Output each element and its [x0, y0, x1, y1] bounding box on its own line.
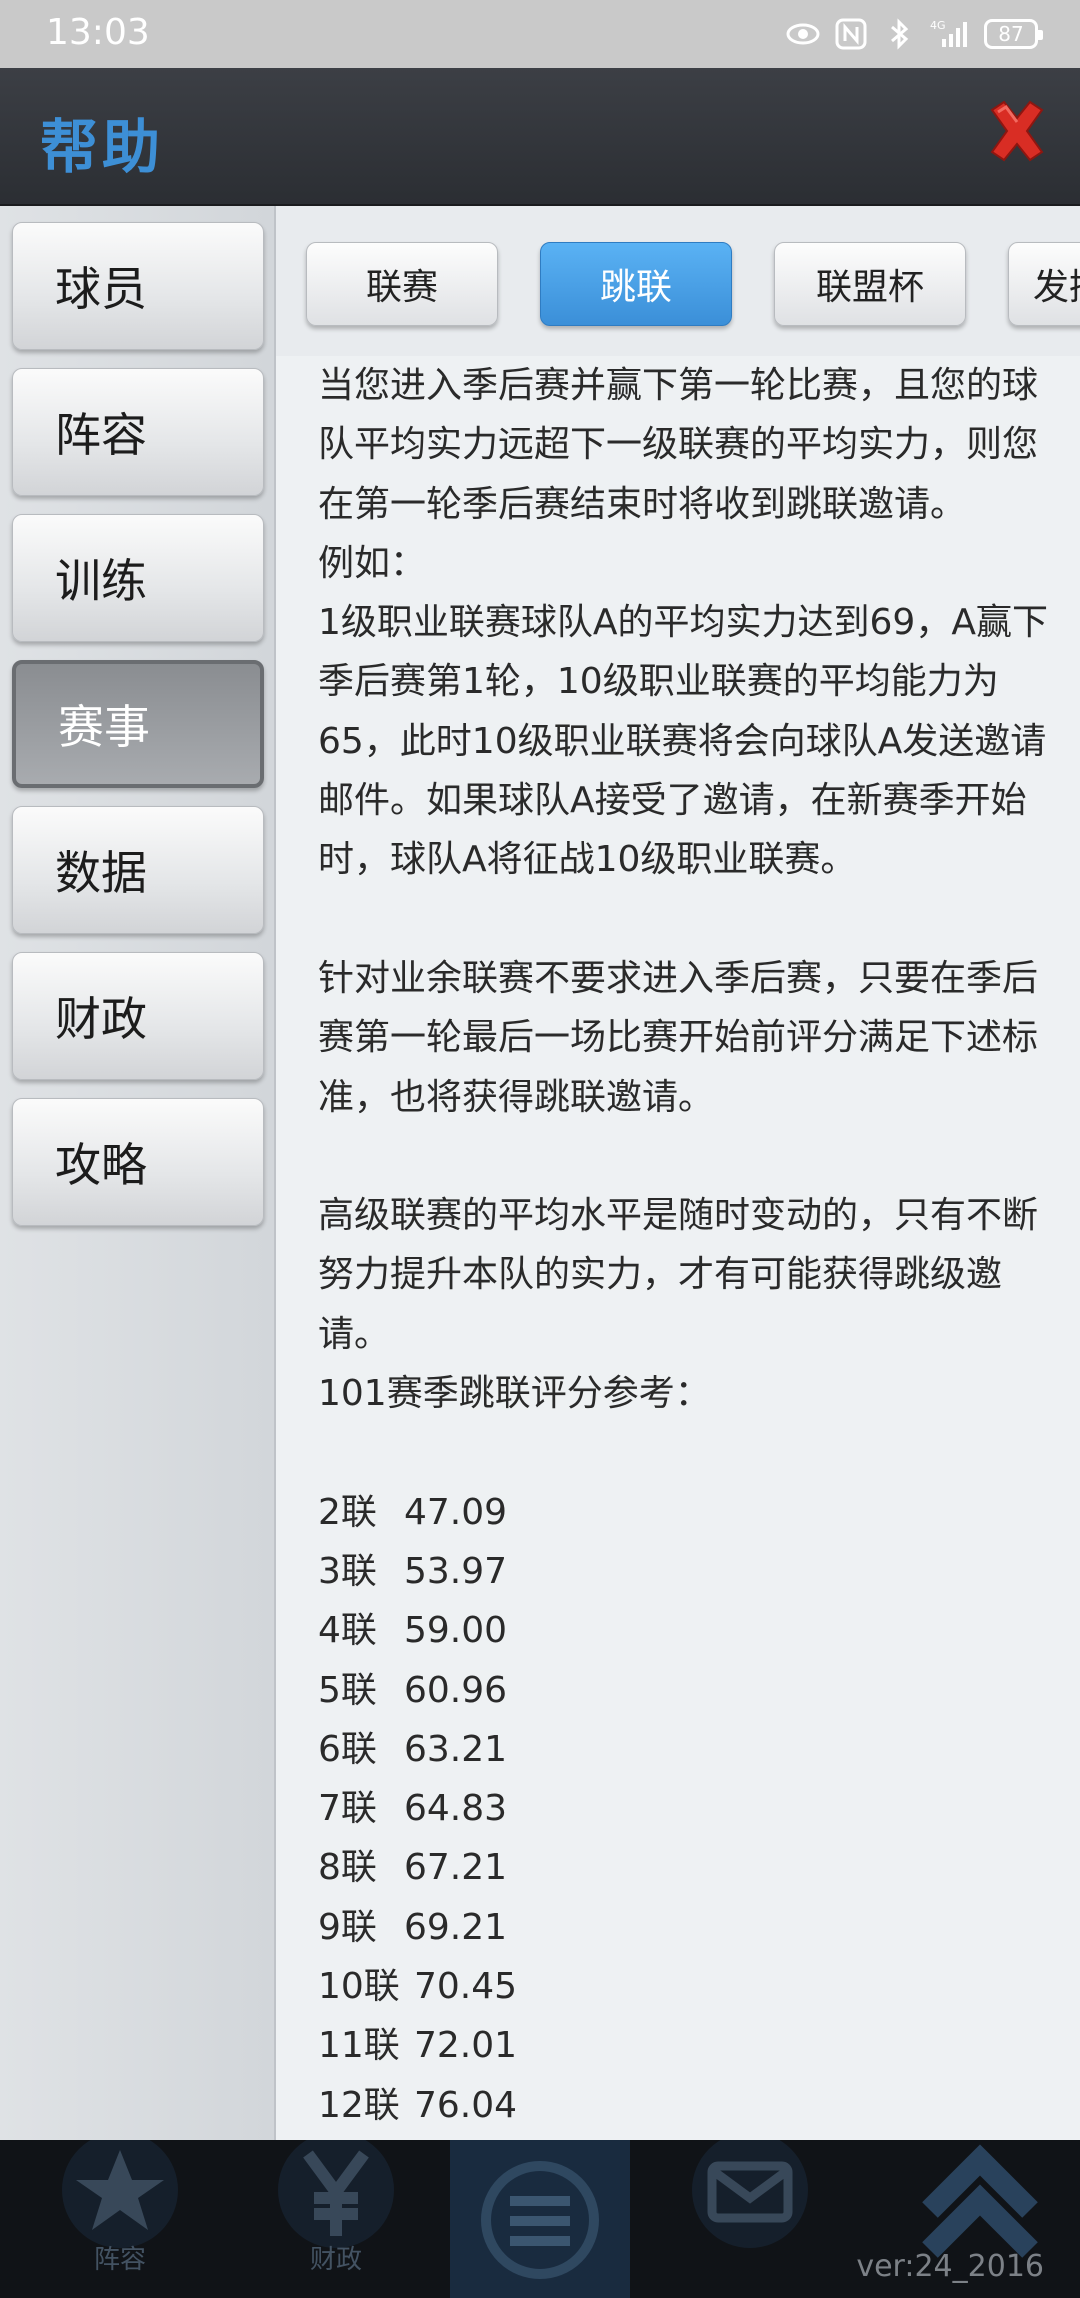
sidebar-item-training[interactable]: 训练 [12, 514, 264, 642]
score-league: 12联 [318, 2084, 400, 2126]
tab-performance[interactable]: 发挥 [1008, 242, 1080, 326]
score-value: 63.21 [404, 1728, 508, 1770]
status-bar: 13:03 4G 87 [0, 0, 1080, 68]
score-value: 47.09 [404, 1491, 508, 1533]
bluetooth-icon [891, 18, 909, 50]
score-league: 11联 [318, 2025, 400, 2067]
score-value: 53.97 [404, 1550, 508, 1592]
mail-icon [692, 2140, 808, 2248]
sidebar-item-lineup[interactable]: 阵容 [12, 368, 264, 496]
sidebar-item-matches[interactable]: 赛事 [12, 660, 264, 788]
version-label: ver:24_2016 [856, 2249, 1044, 2284]
eye-icon [786, 23, 820, 45]
tab-league[interactable]: 联赛 [306, 242, 498, 326]
score-league: 4联 [318, 1610, 377, 1652]
sidebar-item-label: 攻略 [55, 1138, 147, 1192]
example-text: 1级职业联赛球队A的平均实力达到69，A赢下季后赛第1轮，10级职业联赛的平均能… [318, 602, 1048, 881]
nav-mail-button[interactable] [650, 2140, 850, 2298]
score-value: 76.04 [414, 2084, 518, 2126]
signal-icon: 4G [930, 19, 967, 47]
tab-bar: 联赛 跳联 联盟杯 发挥 [276, 206, 1080, 356]
score-value: 70.45 [414, 1966, 518, 2008]
scores-list: 2联 47.09 3联 53.97 4联 59.00 5联 60.96 6联 63.21 … [318, 1483, 1058, 2135]
sidebar-item-label: 赛事 [58, 700, 150, 754]
score-value: 64.83 [404, 1788, 508, 1830]
battery-level: 87 [998, 22, 1024, 46]
score-row: 3联 53.97 [318, 1542, 1058, 1601]
tab-label: 联赛 [365, 267, 438, 308]
sidebar-item-strategy[interactable]: 攻略 [12, 1098, 264, 1226]
menu-icon [450, 2140, 630, 2298]
sidebar-item-data[interactable]: 数据 [12, 806, 264, 934]
score-row: 12联 76.04 [318, 2076, 1058, 2135]
tab-alliance-cup[interactable]: 联盟杯 [774, 242, 966, 326]
nfc-icon [835, 18, 867, 50]
status-icons: 4G 87 [786, 14, 1043, 54]
svg-text:4G: 4G [930, 19, 946, 32]
tab-label: 发挥 [1033, 267, 1080, 308]
tab-promotion[interactable]: 跳联 [540, 242, 732, 326]
score-league: 3联 [318, 1550, 377, 1592]
sidebar-item-label: 财政 [55, 992, 147, 1046]
nav-label: 阵容 [93, 2245, 146, 2275]
score-league: 6联 [318, 1728, 377, 1770]
score-row: 2联 47.09 [318, 1483, 1058, 1542]
sidebar-item-label: 数据 [55, 846, 147, 900]
score-row: 9联 69.21 [318, 1898, 1058, 1957]
score-league: 9联 [318, 1906, 377, 1948]
nav-finance-button[interactable]: 财政 [236, 2140, 436, 2298]
nav-lineup-button[interactable]: 阵容 [20, 2140, 220, 2298]
nav-label: 财政 [309, 2245, 362, 2275]
score-row: 5联 60.96 [318, 1661, 1058, 1720]
score-league: 7联 [318, 1788, 377, 1830]
score-value: 59.00 [404, 1610, 508, 1652]
tab-label: 联盟杯 [815, 267, 924, 308]
score-value: 67.21 [404, 1847, 508, 1889]
battery-icon: 87 [984, 19, 1043, 49]
help-main-panel: 球员 阵容 训练 赛事 数据 财政 攻略 联赛 跳联 联盟杯 发 当您进入季后赛… [0, 206, 1080, 2140]
score-row: 11联 72.01 [318, 2016, 1058, 2075]
score-row: 6联 63.21 [318, 1720, 1058, 1779]
status-time: 13:03 [46, 12, 150, 53]
paragraph-intro: 当您进入季后赛并赢下第一轮比赛，且您的球队平均实力远超下一级联赛的平均实力，则您… [318, 365, 1039, 525]
sidebar-item-finance[interactable]: 财政 [12, 952, 264, 1080]
paragraph-amateur: 针对业余联赛不要求进入季后赛，只要在季后赛第一轮最后一场比赛开始前评分满足下述标… [318, 957, 1039, 1118]
close-icon[interactable] [984, 98, 1050, 164]
score-value: 60.96 [404, 1669, 508, 1711]
nav-menu-button[interactable] [440, 2140, 640, 2298]
score-row: 7联 64.83 [318, 1779, 1058, 1838]
score-value: 69.21 [404, 1906, 508, 1948]
paragraph-note: 高级联赛的平均水平是随时变动的，只有不断努力提升本队的实力，才有可能获得跳级邀请… [318, 1195, 1039, 1355]
tab-label: 跳联 [599, 267, 672, 308]
score-row: 8联 67.21 [318, 1838, 1058, 1897]
example-label: 例如： [318, 542, 427, 584]
score-value: 72.01 [414, 2025, 518, 2067]
sidebar-item-label: 阵容 [55, 408, 147, 462]
score-league: 10联 [318, 1966, 400, 2008]
header-bar: 帮助 [0, 68, 1080, 208]
score-row: 10联 70.45 [318, 1957, 1058, 2016]
sidebar: 球员 阵容 训练 赛事 数据 财政 攻略 [0, 206, 276, 2140]
help-article: 当您进入季后赛并赢下第一轮比赛，且您的球队平均实力远超下一级联赛的平均实力，则您… [318, 356, 1058, 2135]
bottom-nav: 阵容 财政 ver:24_2016 [0, 2140, 1080, 2298]
sidebar-item-label: 训练 [55, 554, 147, 608]
score-league: 2联 [318, 1491, 377, 1533]
score-league: 8联 [318, 1847, 377, 1889]
score-row: 4联 59.00 [318, 1601, 1058, 1660]
page-title: 帮助 [40, 113, 165, 181]
sidebar-item-label: 球员 [55, 262, 147, 316]
scores-title: 101赛季跳联评分参考： [318, 1373, 711, 1415]
sidebar-item-players[interactable]: 球员 [12, 222, 264, 350]
help-content: 联赛 跳联 联盟杯 发挥 当您进入季后赛并赢下第一轮比赛，且您的球队平均实力远超… [276, 206, 1080, 2140]
score-league: 5联 [318, 1669, 377, 1711]
